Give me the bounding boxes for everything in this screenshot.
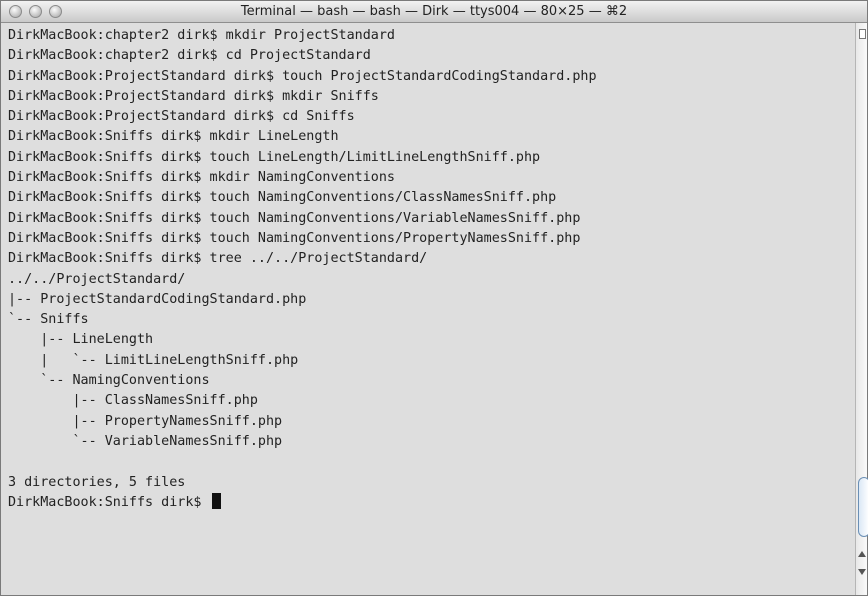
scroll-down-icon[interactable]: [858, 569, 866, 575]
terminal-line: DirkMacBook:ProjectStandard dirk$ mkdir …: [8, 88, 379, 104]
terminal-line: DirkMacBook:Sniffs dirk$ touch NamingCon…: [8, 190, 557, 206]
terminal-line: |-- PropertyNamesSniff.php: [8, 413, 283, 429]
terminal-line: | `-- LimitLineLengthSniff.php: [8, 352, 299, 368]
title-bar[interactable]: Terminal — bash — bash — Dirk — ttys004 …: [1, 1, 867, 23]
terminal-line: |-- ProjectStandardCodingStandard.php: [8, 291, 307, 307]
terminal-line: `-- Sniffs: [8, 312, 89, 328]
prompt-line[interactable]: DirkMacBook:Sniffs dirk$: [8, 492, 855, 513]
terminal-line: DirkMacBook:ProjectStandard dirk$ cd Sni…: [8, 109, 355, 125]
terminal-line: DirkMacBook:chapter2 dirk$ cd ProjectSta…: [8, 48, 371, 64]
terminal-line: DirkMacBook:chapter2 dirk$ mkdir Project…: [8, 28, 395, 43]
terminal-output[interactable]: DirkMacBook:chapter2 dirk$ mkdir Project…: [1, 23, 855, 595]
window-title: Terminal — bash — bash — Dirk — ttys004 …: [240, 4, 628, 19]
terminal-line: DirkMacBook:Sniffs dirk$ touch NamingCon…: [8, 230, 581, 246]
terminal-line: |-- LineLength: [8, 332, 154, 348]
terminal-line: DirkMacBook:Sniffs dirk$ touch LineLengt…: [8, 149, 541, 165]
shell-prompt: DirkMacBook:Sniffs dirk$: [8, 494, 210, 510]
terminal-line: DirkMacBook:Sniffs dirk$ mkdir NamingCon…: [8, 170, 395, 186]
terminal-line: |-- ClassNamesSniff.php: [8, 393, 258, 409]
terminal-line: 3 directories, 5 files: [8, 474, 186, 490]
terminal-line: DirkMacBook:Sniffs dirk$ mkdir LineLengt…: [8, 129, 339, 145]
terminal-line: ../../ProjectStandard/: [8, 271, 186, 287]
scroll-up-icon[interactable]: [858, 551, 866, 557]
terminal-window: Terminal — bash — bash — Dirk — ttys004 …: [0, 0, 868, 596]
text-cursor: [211, 492, 221, 509]
vertical-scrollbar[interactable]: [855, 23, 868, 595]
split-pane-icon[interactable]: [859, 29, 866, 39]
terminal-line: DirkMacBook:ProjectStandard dirk$ touch …: [8, 68, 597, 84]
terminal-line: `-- VariableNamesSniff.php: [8, 433, 283, 449]
terminal-line: DirkMacBook:Sniffs dirk$ touch NamingCon…: [8, 210, 581, 226]
terminal-line: DirkMacBook:Sniffs dirk$ tree ../../Proj…: [8, 251, 428, 267]
scrollbar-thumb[interactable]: [858, 477, 868, 537]
terminal-line: `-- NamingConventions: [8, 373, 210, 389]
